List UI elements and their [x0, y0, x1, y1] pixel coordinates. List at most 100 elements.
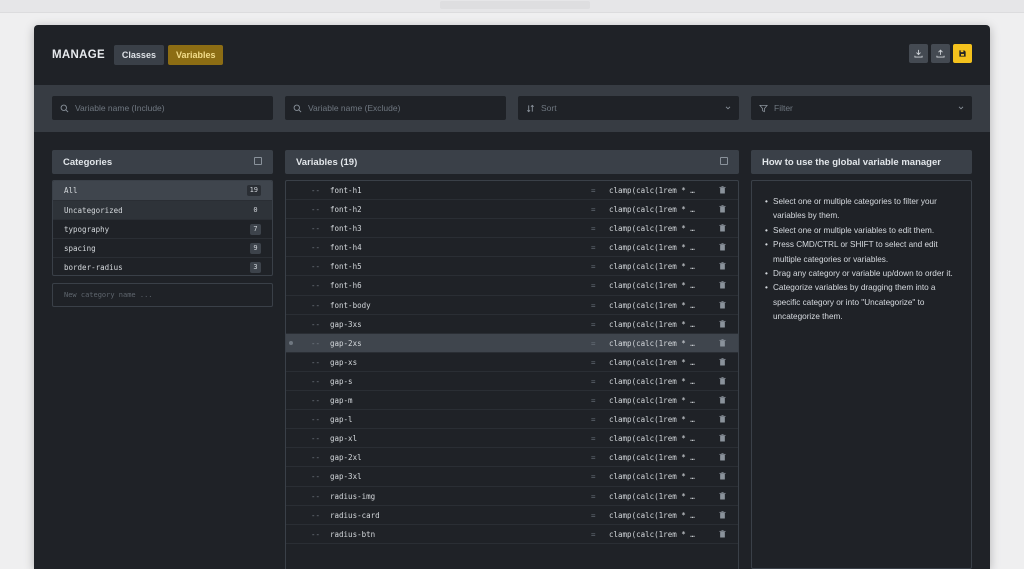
- help-item: Categorize variables by dragging them in…: [765, 281, 959, 324]
- delete-variable-button[interactable]: [719, 396, 726, 406]
- trash-icon: [719, 358, 726, 366]
- delete-variable-button[interactable]: [719, 434, 726, 444]
- variable-name: font-h5: [330, 262, 362, 272]
- variable-value: clamp(calc(1rem * …: [609, 434, 695, 444]
- exclude-search-input[interactable]: Variable name (Exclude): [285, 96, 506, 120]
- variable-row[interactable]: -- gap-3xs = clamp(calc(1rem * …: [286, 315, 738, 334]
- delete-variable-button[interactable]: [719, 243, 726, 253]
- variable-name: font-h2: [330, 205, 362, 215]
- variable-equals: =: [591, 453, 596, 463]
- delete-variable-button[interactable]: [719, 453, 726, 463]
- variable-name: gap-xs: [330, 357, 358, 367]
- variable-row[interactable]: -- gap-xs = clamp(calc(1rem * …: [286, 353, 738, 372]
- variable-value: clamp(calc(1rem * …: [609, 224, 695, 234]
- variable-prefix: --: [311, 338, 321, 348]
- variable-prefix: --: [311, 396, 321, 406]
- delete-variable-button[interactable]: [719, 472, 726, 482]
- delete-variable-button[interactable]: [719, 529, 726, 540]
- variable-name: gap-xl: [330, 434, 358, 444]
- variable-value: clamp(calc(1rem * …: [609, 529, 695, 539]
- sort-select[interactable]: Sort: [518, 96, 739, 120]
- include-search-input[interactable]: Variable name (Include): [52, 96, 273, 120]
- variable-row[interactable]: -- font-h4 = clamp(calc(1rem * …: [286, 238, 738, 258]
- variable-list: -- font-h1 = clamp(calc(1rem * … -- font-h2 = c…: [285, 180, 739, 569]
- category-item-border-radius[interactable]: border-radius 3: [53, 257, 272, 275]
- variable-name: font-h4: [330, 243, 362, 253]
- delete-variable-button[interactable]: [719, 510, 726, 521]
- delete-variable-button[interactable]: [719, 358, 726, 368]
- trash-icon: [719, 377, 726, 385]
- category-item-all[interactable]: All 19: [53, 181, 272, 200]
- variable-row[interactable]: -- font-h5 = clamp(calc(1rem * …: [286, 257, 738, 277]
- variable-value: clamp(calc(1rem * …: [609, 491, 695, 501]
- category-item-spacing[interactable]: spacing 9: [53, 238, 272, 257]
- delete-variable-button[interactable]: [719, 338, 726, 349]
- drag-handle[interactable]: [289, 340, 293, 345]
- tab-classes[interactable]: Classes: [113, 45, 164, 65]
- variable-equals: =: [591, 434, 596, 444]
- filter-bar: Variable name (Include) Variable name (E…: [34, 85, 990, 132]
- variable-value: clamp(calc(1rem * …: [609, 415, 695, 425]
- trash-icon: [719, 453, 726, 461]
- delete-variable-button[interactable]: [719, 281, 726, 291]
- help-header: How to use the global variable manager: [751, 150, 972, 174]
- search-icon: [60, 104, 69, 112]
- variable-value: clamp(calc(1rem * …: [609, 338, 695, 348]
- variable-row[interactable]: -- font-h2 = clamp(calc(1rem * …: [286, 200, 738, 220]
- help-item: Select one or multiple categories to fil…: [765, 195, 959, 224]
- variable-row[interactable]: -- radius-img = clamp(calc(1rem * …: [286, 487, 738, 506]
- variable-prefix: --: [311, 300, 321, 310]
- variable-equals: =: [591, 281, 596, 291]
- delete-variable-button[interactable]: [719, 262, 726, 272]
- variable-equals: =: [591, 205, 596, 215]
- tab-variables[interactable]: Variables: [167, 45, 224, 65]
- sort-label: Sort: [541, 103, 557, 113]
- delete-variable-button[interactable]: [719, 300, 726, 311]
- category-count: 19: [246, 185, 261, 196]
- variable-name: font-h6: [330, 281, 362, 291]
- variable-equals: =: [591, 243, 596, 253]
- variable-value: clamp(calc(1rem * …: [609, 453, 695, 463]
- variable-row[interactable]: -- font-body = clamp(calc(1rem * …: [286, 296, 738, 315]
- variable-name: font-h1: [330, 186, 362, 195]
- variable-row[interactable]: -- gap-xl = clamp(calc(1rem * …: [286, 429, 738, 449]
- variable-row[interactable]: -- gap-l = clamp(calc(1rem * …: [286, 410, 738, 430]
- variable-row[interactable]: -- font-h1 = clamp(calc(1rem * …: [286, 181, 738, 201]
- variable-row[interactable]: -- gap-2xl = clamp(calc(1rem * …: [286, 448, 738, 468]
- select-all-variables-checkbox[interactable]: [720, 157, 728, 165]
- delete-variable-button[interactable]: [719, 224, 726, 234]
- new-category-input[interactable]: New category name ...: [52, 283, 273, 307]
- variable-equals: =: [591, 186, 596, 195]
- variable-row[interactable]: -- gap-2xs = clamp(calc(1rem * …: [286, 333, 738, 353]
- variable-row[interactable]: -- gap-3xl = clamp(calc(1rem * …: [286, 467, 738, 487]
- variable-row[interactable]: -- radius-btn = clamp(calc(1rem * …: [286, 525, 738, 544]
- delete-variable-button[interactable]: [719, 205, 726, 215]
- variable-value: clamp(calc(1rem * …: [609, 357, 695, 367]
- upload-button[interactable]: [931, 44, 950, 63]
- variable-row[interactable]: -- font-h6 = clamp(calc(1rem * …: [286, 276, 738, 296]
- delete-variable-button[interactable]: [719, 377, 726, 387]
- variable-row[interactable]: -- gap-s = clamp(calc(1rem * …: [286, 372, 738, 392]
- variable-prefix: --: [311, 281, 321, 291]
- variable-row[interactable]: -- font-h3 = clamp(calc(1rem * …: [286, 219, 738, 239]
- help-item: Press CMD/CTRL or SHIFT to select and ed…: [765, 238, 959, 267]
- variable-value: clamp(calc(1rem * …: [609, 186, 695, 195]
- trash-icon: [719, 396, 726, 404]
- help-list: Select one or multiple categories to fil…: [765, 195, 959, 325]
- delete-variable-button[interactable]: [719, 319, 726, 330]
- variable-row[interactable]: -- gap-m = clamp(calc(1rem * …: [286, 391, 738, 411]
- delete-variable-button[interactable]: [719, 186, 726, 196]
- delete-variable-button[interactable]: [719, 415, 726, 425]
- variable-name: font-body: [330, 300, 371, 310]
- delete-variable-button[interactable]: [719, 491, 726, 502]
- category-item-uncategorized[interactable]: Uncategorized 0: [53, 200, 272, 219]
- download-button[interactable]: [909, 44, 928, 63]
- filter-select[interactable]: Filter: [751, 96, 972, 120]
- save-button[interactable]: [953, 44, 972, 63]
- variable-row[interactable]: -- radius-card = clamp(calc(1rem * …: [286, 506, 738, 525]
- category-item-typography[interactable]: typography 7: [53, 219, 272, 238]
- trash-icon: [719, 300, 726, 309]
- select-all-categories-checkbox[interactable]: [254, 157, 262, 165]
- variable-name: gap-2xs: [330, 338, 362, 348]
- variable-prefix: --: [311, 357, 321, 367]
